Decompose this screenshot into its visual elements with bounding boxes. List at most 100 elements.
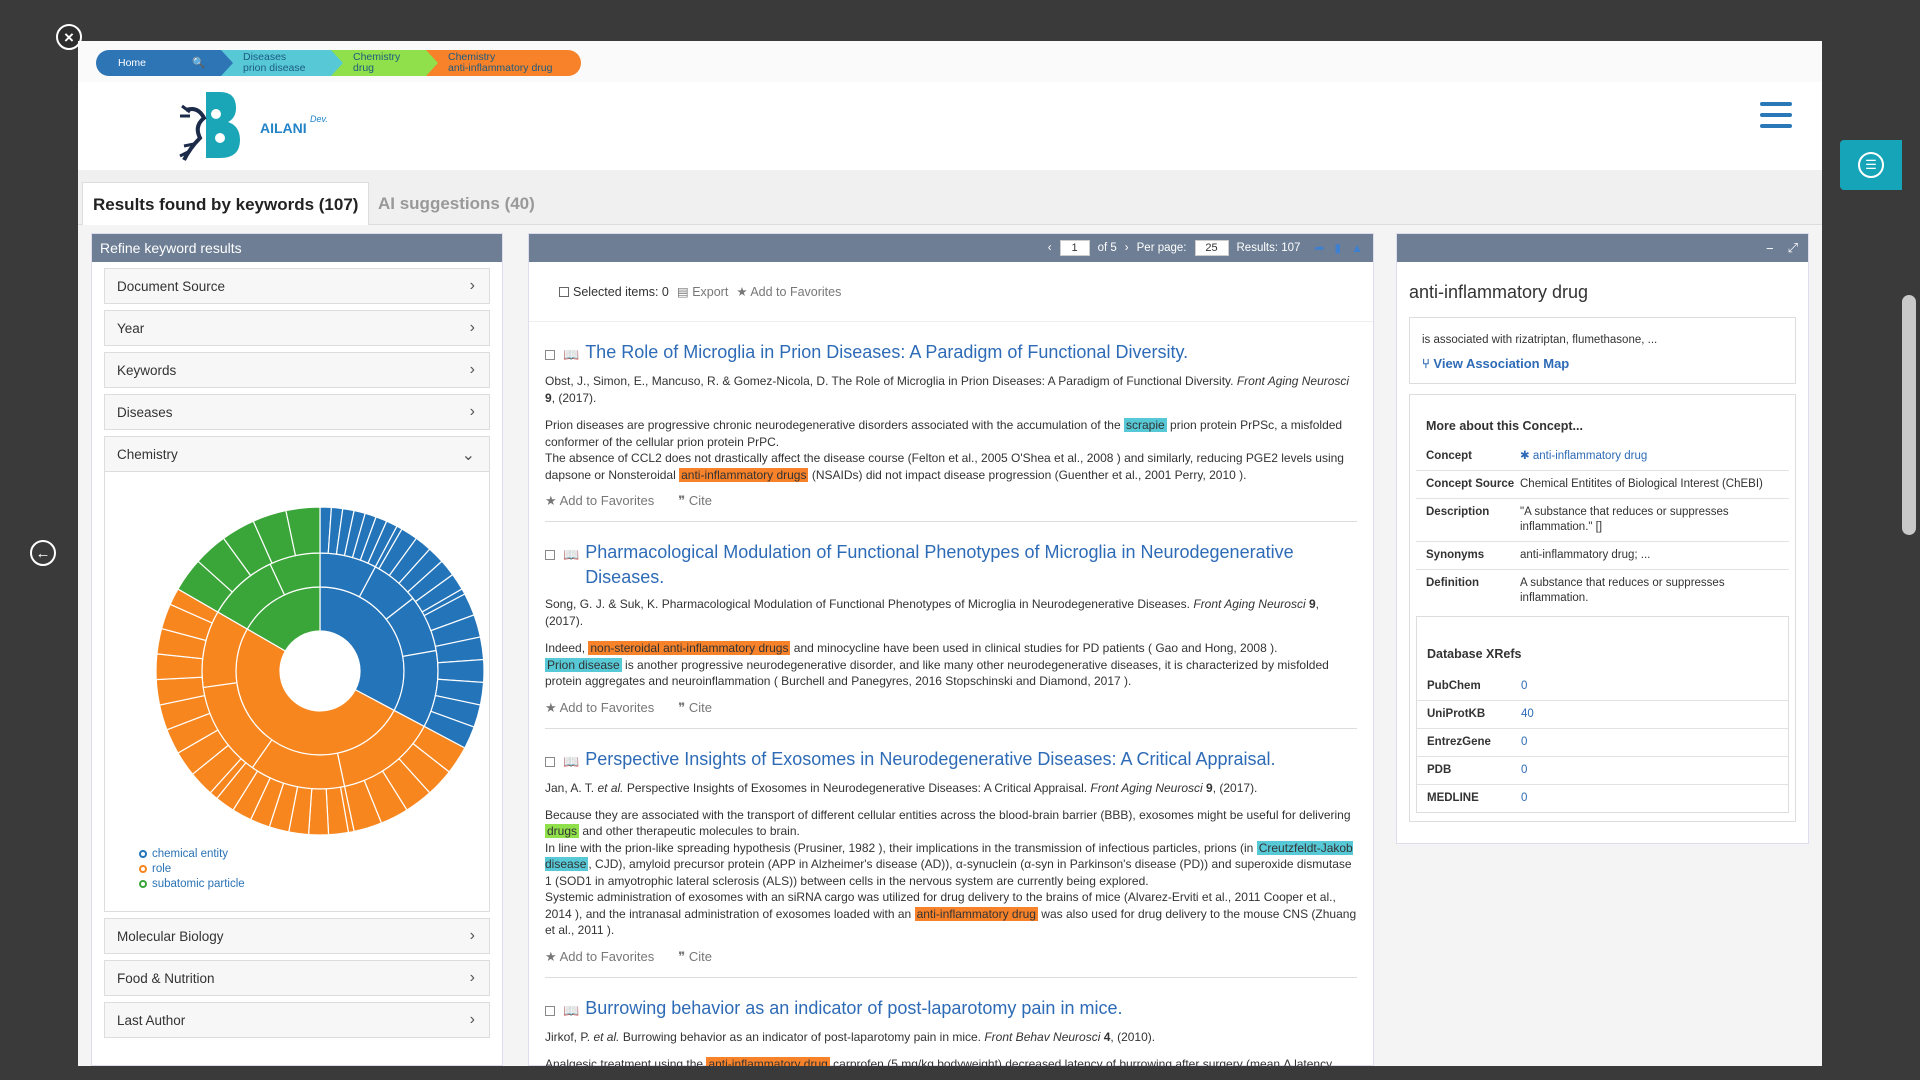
result-item: 📖 The Role of Microglia in Prion Diseases…: [545, 322, 1357, 522]
result-snippet: Prion diseases are progressive chronic n…: [545, 418, 1344, 482]
facet-document-source[interactable]: Document Source ›: [104, 268, 490, 304]
concept-panel: − ⤢ anti-inflammatory drug is associated…: [1396, 233, 1809, 844]
chevron-right-icon: ›: [469, 277, 475, 294]
per-page-label: Per page:: [1136, 242, 1187, 254]
results-toolbar: Selected items: 0 ▤ Export ★ Add to Favo…: [529, 262, 1373, 322]
concept-panel-header: − ⤢: [1397, 234, 1808, 262]
cite-button[interactable]: ❞ Cite: [678, 493, 724, 508]
highlight-term[interactable]: scrapie: [1124, 418, 1167, 432]
concept-details-box: More about this Concept... Concept ✱ anti…: [1409, 394, 1796, 822]
bookmark-icon[interactable]: ▮: [1335, 241, 1342, 255]
result-checkbox[interactable]: [545, 550, 555, 560]
highlight-term[interactable]: Prion disease: [545, 657, 622, 672]
facet-keywords[interactable]: Keywords ›: [104, 352, 490, 388]
chat-tab-button[interactable]: ☰: [1840, 140, 1902, 190]
result-title-link[interactable]: Pharmacological Modulation of Functional…: [585, 540, 1357, 590]
pager-bar: ‹ 1 of 5 › Per page: 25 Results: 107 ➦ ▮…: [529, 234, 1373, 262]
chevron-right-icon: ›: [469, 361, 475, 378]
export-button[interactable]: ▤ Export: [677, 284, 728, 299]
chemistry-sunburst-chart[interactable]: [155, 506, 485, 836]
description-row: Description "A substance that reduces or …: [1416, 499, 1789, 542]
result-title-link[interactable]: Perspective Insights of Exosomes in Neur…: [585, 747, 1275, 772]
highlight-term[interactable]: non-steroidal anti-inflammatory drugs: [588, 641, 791, 655]
hamburger-menu-icon[interactable]: [1760, 102, 1792, 130]
tab-keywords[interactable]: Results found by keywords (107): [82, 182, 370, 226]
xref-uniprotkb-link[interactable]: 40: [1521, 707, 1778, 722]
results-count: Results: 107: [1236, 242, 1301, 254]
add-to-favorites-button[interactable]: ★ Add to Favorites: [545, 493, 666, 508]
facet-food-nutrition[interactable]: Food & Nutrition ›: [104, 960, 490, 996]
legend-item-subatomic-particle[interactable]: subatomic particle: [139, 878, 245, 890]
breadcrumb-home[interactable]: Home: [96, 50, 178, 76]
chemistry-sunburst-box: chemical entity role subatomic particle: [104, 472, 490, 912]
concept-title: anti-inflammatory drug: [1409, 282, 1589, 302]
per-page-input[interactable]: 25: [1194, 240, 1229, 256]
add-to-favorites-button[interactable]: ★ Add to Favorites: [545, 949, 666, 964]
highlight-term[interactable]: anti-inflammatory drugs: [679, 467, 809, 482]
bell-icon[interactable]: ▲: [1351, 241, 1363, 255]
chevron-right-icon: ›: [469, 403, 475, 420]
chevron-down-icon: ⌄: [461, 447, 475, 464]
add-to-favorites-button[interactable]: ★ Add to Favorites: [736, 284, 841, 299]
definition-row: Definition A substance that reduces or su…: [1426, 577, 1725, 604]
page-number-input[interactable]: 1: [1059, 240, 1090, 256]
concept-source-row: Concept Source Chemical Entitites of Biol…: [1416, 471, 1789, 499]
select-all-checkbox[interactable]: [559, 286, 569, 297]
chevron-right-icon: ›: [469, 927, 475, 944]
add-to-favorites-button[interactable]: ★ Add to Favorites: [545, 700, 666, 715]
app-header: AILANI Dev.: [78, 82, 1822, 170]
result-snippet: Because they are associated with the tra…: [545, 807, 1357, 937]
facet-diseases[interactable]: Diseases ›: [104, 394, 490, 430]
result-item: 📖 Burrowing behavior as an indicator of p…: [545, 978, 1357, 1066]
chevron-right-icon: ›: [469, 1011, 475, 1028]
next-page-button[interactable]: ›: [1125, 242, 1129, 254]
xref-pubchem-link[interactable]: 0: [1521, 679, 1778, 694]
chat-icon: ☰: [1858, 152, 1884, 178]
minimize-icon[interactable]: −: [1766, 241, 1774, 256]
concept-row: Concept ✱ anti-inflammatory drug: [1416, 443, 1789, 471]
highlight-term[interactable]: anti-inflammatory drug: [706, 1056, 830, 1066]
sunburst-segment[interactable]: [437, 658, 485, 684]
xref-entrezgene-link[interactable]: 0: [1521, 735, 1778, 750]
result-title-link[interactable]: Burrowing behavior as an indicator of po…: [585, 996, 1122, 1021]
synonyms-row: Synonyms anti-inflammatory drug; ...: [1416, 542, 1789, 570]
result-citation: Jirkof, P. et al. Burrowing behavior as …: [545, 1029, 1156, 1044]
tab-ai-suggestions[interactable]: AI suggestions (40): [368, 182, 545, 226]
logo-text: AILANI: [260, 120, 307, 136]
xref-medline-link[interactable]: 0: [1521, 791, 1778, 806]
facet-molecular-biology[interactable]: Molecular Biology ›: [104, 918, 490, 954]
legend-item-chemical-entity[interactable]: chemical entity: [139, 848, 245, 860]
cite-button[interactable]: ❞ Cite: [678, 700, 724, 715]
result-checkbox[interactable]: [545, 1005, 555, 1016]
result-snippet: Indeed, non-steroidal anti-inflammatory …: [545, 641, 1329, 688]
back-arrow-icon[interactable]: ←: [30, 540, 56, 566]
share-icon[interactable]: ➦: [1314, 241, 1324, 255]
concept-link[interactable]: ✱ anti-inflammatory drug: [1520, 449, 1779, 464]
book-icon: 📖: [563, 547, 580, 562]
association-box: is associated with rizatriptan, flumetha…: [1409, 317, 1796, 384]
legend-item-role[interactable]: role: [139, 863, 245, 875]
refine-panel: Refine keyword results Document Source › …: [91, 233, 503, 1066]
breadcrumb-bar: Home 🔍 Diseases prion disease Chemistry dr…: [78, 41, 1822, 82]
highlight-term[interactable]: anti-inflammatory drug: [914, 906, 1038, 921]
xref-pdb-link[interactable]: 0: [1521, 763, 1778, 778]
facet-chemistry[interactable]: Chemistry ⌄: [104, 436, 490, 472]
page-scrollbar[interactable]: [1902, 295, 1916, 535]
xref-row: PDB 0: [1417, 757, 1788, 785]
xref-row: UniProtKB 40: [1417, 701, 1788, 729]
breadcrumb-chemistry-anti-inflammatory[interactable]: Chemistry anti-inflammatory drug: [426, 50, 581, 76]
breadcrumb-diseases[interactable]: Diseases prion disease: [221, 50, 343, 76]
facet-year[interactable]: Year ›: [104, 310, 490, 346]
highlight-term[interactable]: drugs: [545, 824, 580, 838]
result-checkbox[interactable]: [545, 756, 555, 767]
result-title-link[interactable]: The Role of Microglia in Prion Diseases:…: [585, 340, 1188, 365]
breadcrumb-chemistry-drug[interactable]: Chemistry drug: [331, 50, 438, 76]
expand-icon[interactable]: ⤢: [1788, 240, 1798, 256]
result-citation: Jan, A. T. et al. Perspective Insights o…: [545, 780, 1258, 795]
view-association-map-link[interactable]: ⑂ View Association Map: [1422, 356, 1783, 371]
results-list: 📖 The Role of Microglia in Prion Diseases…: [529, 322, 1373, 1066]
cite-button[interactable]: ❞ Cite: [678, 949, 724, 964]
prev-page-button[interactable]: ‹: [1048, 242, 1052, 254]
facet-last-author[interactable]: Last Author ›: [104, 1002, 490, 1038]
result-checkbox[interactable]: [545, 350, 555, 360]
